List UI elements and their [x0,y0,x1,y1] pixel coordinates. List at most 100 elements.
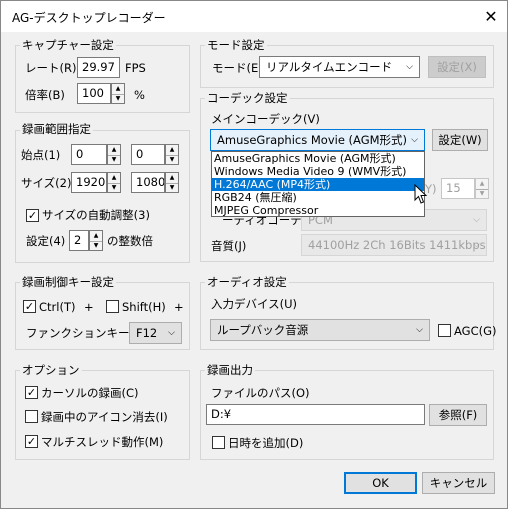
size-height-spinner[interactable]: ▲ ▼ [165,172,179,193]
main-codec-select[interactable]: AmuseGraphics Movie (AGM形式) ⌵ [210,129,425,151]
window-title: AG-デスクトップレコーダー [12,11,166,25]
spin-down-icon[interactable]: ▼ [112,93,124,104]
icon-hide-checkbox[interactable] [25,410,38,423]
shift-checkbox[interactable] [106,300,119,313]
scale-input[interactable]: 100 [77,83,111,104]
cancel-button[interactable]: キャンセル [422,472,495,494]
chevron-down-icon: ⌵ [168,328,175,338]
recording-range-title: 録画範囲指定 [20,122,93,136]
mode-settings-button[interactable]: 設定(X) [428,56,486,78]
multithread-checkbox[interactable]: ✓ [25,435,38,448]
spin-down-icon[interactable]: ▼ [108,182,120,193]
ctrl-checkbox[interactable]: ✓ [23,300,36,313]
spin-up-icon[interactable]: ▲ [166,145,178,155]
spin-up-icon[interactable]: ▲ [90,231,102,241]
codec-option[interactable]: Windows Media Video 9 (WMV形式) [212,165,424,178]
size-height-input[interactable]: 1080 [131,172,165,193]
plus-sign: + [84,300,94,314]
check-icon: ✓ [26,435,37,448]
datetime-checkbox[interactable] [212,436,225,449]
check-icon: ✓ [26,386,37,399]
size-width-spinner[interactable]: ▲ ▼ [107,172,121,193]
spin-up-icon[interactable]: ▲ [108,173,120,183]
spin-down-icon[interactable]: ▼ [90,240,102,251]
multiple-input[interactable]: 2 [69,230,89,251]
chevron-down-icon: ⌵ [411,135,418,145]
title-bar: AG-デスクトップレコーダー ✕ [1,1,507,32]
multiple-label: の整数倍 [107,234,153,248]
size-label: サイズ(2) [21,176,72,190]
chevron-down-icon: ⌵ [406,62,413,72]
spin-up-icon[interactable]: ▲ [112,84,124,94]
close-button[interactable]: ✕ [475,1,507,32]
options-title: オプション [20,363,82,377]
percent-unit: % [134,88,145,102]
cursor-checkbox[interactable]: ✓ [25,386,38,399]
fps-unit: FPS [125,61,146,75]
spin-down-icon[interactable]: ▼ [108,154,120,165]
quality-spinner[interactable]: ▲ ▼ [475,178,489,199]
mouse-cursor-icon [414,184,428,204]
start-x-input[interactable]: 0 [71,144,107,165]
start-y-spinner[interactable]: ▲ ▼ [165,144,179,165]
check-icon: ✓ [24,300,35,313]
codec-dropdown-list: AmuseGraphics Movie (AGM形式) Windows Medi… [211,151,425,217]
datetime-label[interactable]: 日時を追加(D) [228,436,303,450]
chevron-down-icon: ⌵ [473,215,480,225]
spin-down-icon[interactable]: ▼ [166,182,178,193]
ctrl-label[interactable]: Ctrl(T) [39,300,75,314]
hotkey-title: 録画制御キー設定 [20,275,116,289]
audio-title: オーディオ設定 [205,275,289,289]
input-device-label: 入力デバイス(U) [211,297,298,311]
codec-option[interactable]: RGB24 (無圧縮) [212,191,424,204]
chevron-down-icon: ⌵ [473,240,480,250]
file-path-label: ファイルのパス(O) [211,386,310,400]
mode-select[interactable]: リアルタイムエンコード ⌵ [259,56,420,78]
scale-spinner[interactable]: ▲ ▼ [111,83,125,104]
file-path-input[interactable]: D:¥ [206,404,425,425]
function-key-value: F12 [136,326,158,340]
agc-label[interactable]: AGC(G) [454,324,497,338]
codec-title: コーデック設定 [205,91,290,105]
main-codec-label: メインコーデック(V) [211,112,320,126]
main-codec-value: AmuseGraphics Movie (AGM形式) [217,133,408,147]
spin-up-icon[interactable]: ▲ [108,145,120,155]
rate-input[interactable]: 29.97 [77,57,120,78]
check-icon: ✓ [27,209,38,222]
browse-button[interactable]: 参照(F) [429,404,487,426]
spin-up-icon[interactable]: ▲ [166,173,178,183]
rate-label: レート(R) [25,61,77,75]
sound-quality-value: 44100Hz 2Ch 16Bits 1411kbps [308,238,486,252]
quality-input[interactable]: 15 [441,178,475,199]
multiple-spinner[interactable]: ▲ ▼ [89,230,103,251]
codec-option-selected[interactable]: H.264/AAC (MP4形式) [212,178,424,191]
size-width-input[interactable]: 1920 [71,172,107,193]
sound-quality-select[interactable]: 44100Hz 2Ch 16Bits 1411kbps ⌵ [301,234,487,256]
cursor-label[interactable]: カーソルの録画(C) [41,386,139,400]
mode-value: リアルタイムエンコード [266,60,393,74]
ok-button[interactable]: OK [344,472,417,494]
input-device-value: ループバック音源 [217,323,309,337]
start-label: 始点(1) [21,148,61,162]
codec-option[interactable]: MJPEG Compressor [212,204,424,217]
mode-label: モード(E) [212,61,263,75]
codec-settings-button[interactable]: 設定(W) [432,129,488,151]
function-key-select[interactable]: F12 ⌵ [129,322,182,344]
spin-down-icon[interactable]: ▼ [476,188,488,199]
multithread-label[interactable]: マルチスレッド動作(M) [41,435,163,449]
spin-down-icon[interactable]: ▼ [166,154,178,165]
plus-sign: + [174,300,184,314]
auto-adjust-checkbox[interactable]: ✓ [26,209,39,222]
capture-settings-title: キャプチャー設定 [20,38,116,52]
codec-option[interactable]: AmuseGraphics Movie (AGM形式) [212,152,424,165]
spin-up-icon[interactable]: ▲ [476,179,488,189]
icon-hide-label[interactable]: 録画中のアイコン消去(I) [41,410,168,424]
scale-label: 倍率(B) [25,88,65,102]
start-y-input[interactable]: 0 [131,144,165,165]
mode-title: モード設定 [205,38,267,52]
start-x-spinner[interactable]: ▲ ▼ [107,144,121,165]
auto-adjust-label[interactable]: サイズの自動調整(3) [42,208,150,222]
shift-label[interactable]: Shift(H) [122,300,166,314]
agc-checkbox[interactable] [438,324,451,337]
input-device-select[interactable]: ループバック音源 ⌵ [210,319,430,341]
